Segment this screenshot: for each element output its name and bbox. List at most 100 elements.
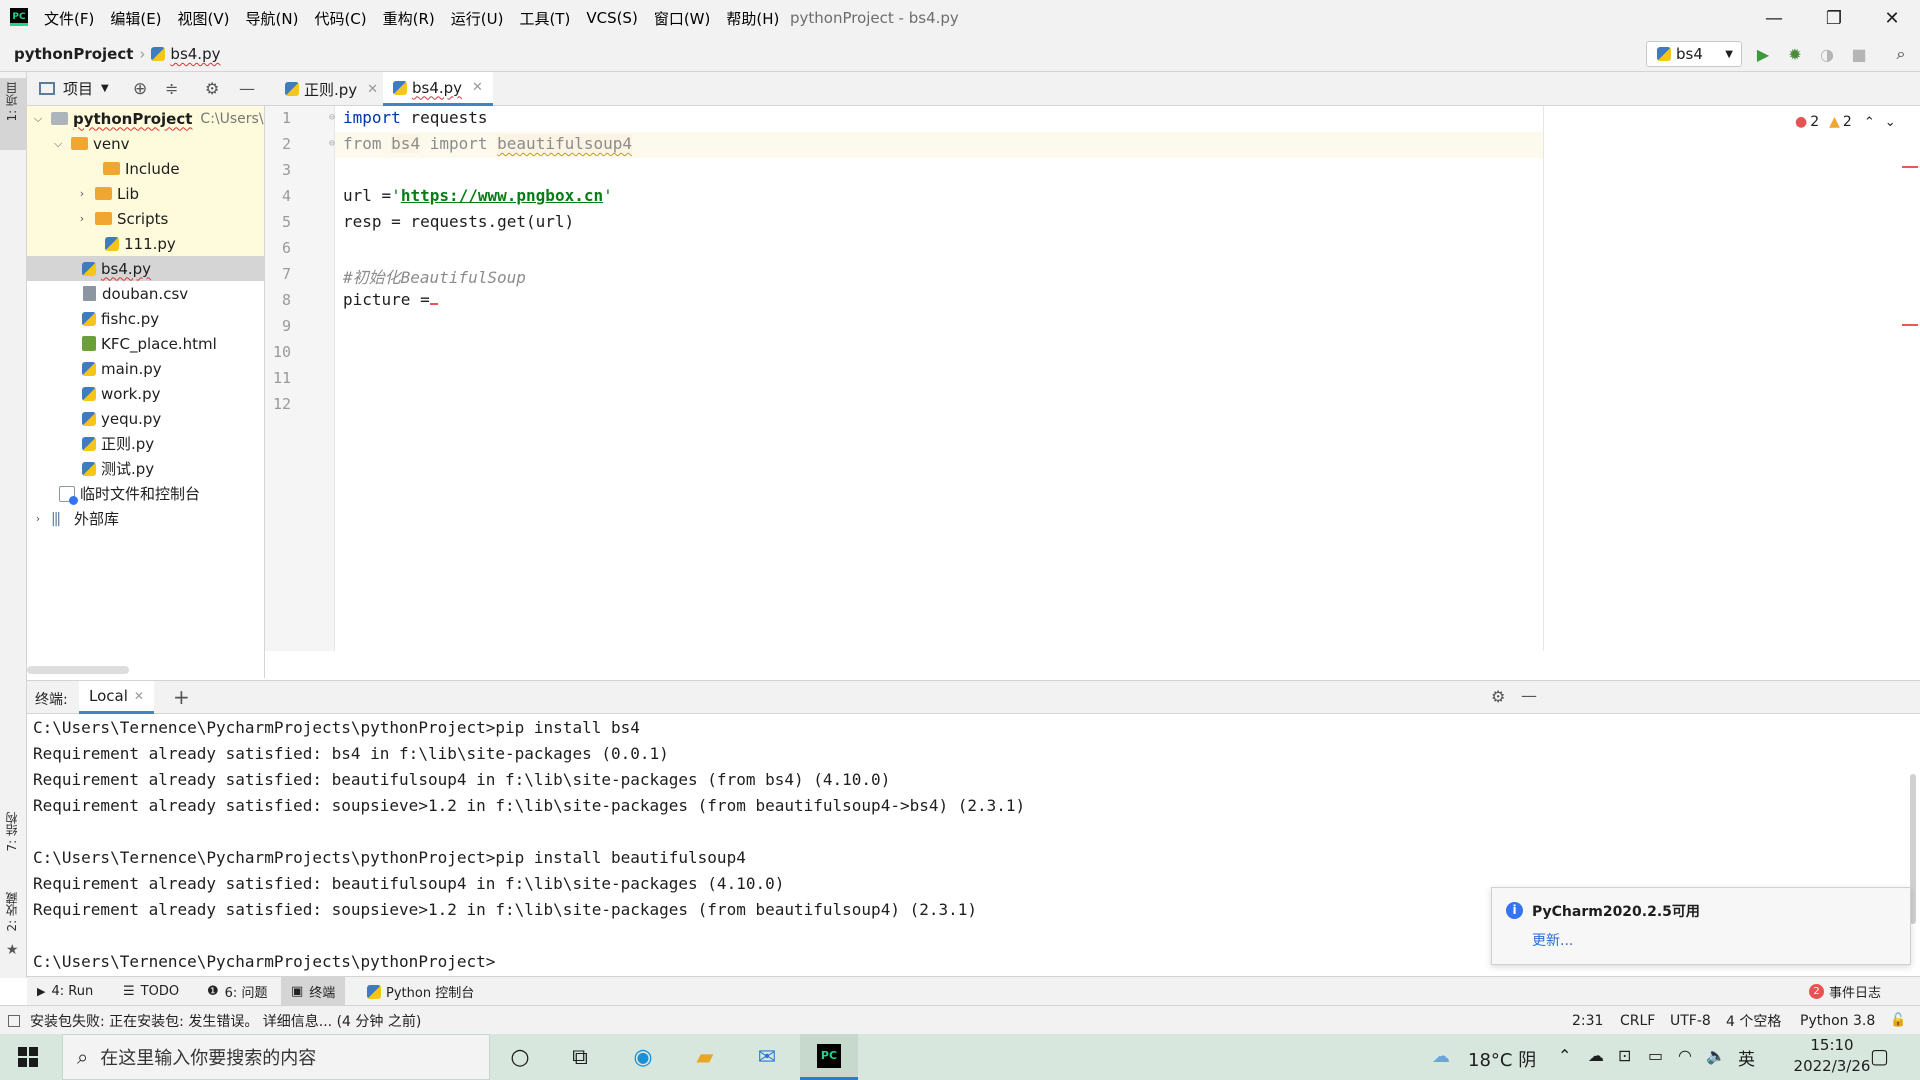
fold-icon[interactable]: ⊖ — [329, 112, 335, 123]
event-log-button[interactable]: 2 事件日志 — [1809, 977, 1881, 1006]
terminal-tool-button[interactable]: ▣ 终端 — [281, 977, 346, 1006]
caret-position[interactable]: 2:31 — [1572, 1006, 1603, 1035]
tree-item-pythonproject[interactable]: ⌵ pythonProject C:\Users\ — [27, 106, 264, 131]
terminal-tab-local[interactable]: Local ✕ — [79, 681, 154, 714]
tree-item-bs4-py[interactable]: bs4.py — [27, 256, 264, 281]
minimize-button[interactable]: — — [1746, 0, 1802, 36]
tree-item-scripts[interactable]: › Scripts — [27, 206, 264, 231]
notification-center-icon[interactable]: ▢ — [1870, 1044, 1889, 1068]
status-message[interactable]: 安装包失败: 正在安装包: 发生错误。 详细信息... (4 分钟 之前) — [8, 1006, 421, 1035]
stop-icon[interactable]: ■ — [1848, 43, 1870, 65]
project-view-title[interactable]: 项目 — [63, 78, 93, 99]
todo-tool-button[interactable]: ☰ TODO — [123, 977, 179, 1006]
tree-item-zhengze-py[interactable]: 正则.py — [27, 431, 264, 456]
gear-icon[interactable]: ⚙ — [1491, 687, 1505, 706]
menu-file[interactable]: 文件(F) — [44, 8, 94, 29]
close-tab-icon[interactable]: ✕ — [472, 80, 483, 95]
collapse-all-icon[interactable]: ≑ — [165, 79, 178, 98]
lock-icon[interactable]: 🔓 — [1890, 1006, 1906, 1035]
tree-item-lib[interactable]: › Lib — [27, 181, 264, 206]
windows-start-icon[interactable] — [18, 1047, 38, 1067]
tree-item-main-py[interactable]: main.py — [27, 356, 264, 381]
clock-time[interactable]: 15:10 — [1782, 1036, 1882, 1054]
chevron-down-icon[interactable]: ⌵ — [51, 137, 65, 151]
breadcrumb-project[interactable]: pythonProject — [14, 45, 133, 63]
tree-item-yequ-py[interactable]: yequ.py — [27, 406, 264, 431]
wifi-icon[interactable]: ◠ — [1678, 1046, 1692, 1065]
weather-text[interactable]: 18°C 阴 — [1468, 1046, 1536, 1072]
pycharm-taskbar-icon[interactable]: PC — [800, 1034, 858, 1080]
hide-panel-icon[interactable]: — — [1521, 686, 1537, 705]
fold-icon[interactable]: ⊖ — [329, 138, 335, 149]
battery-icon[interactable]: ▭ — [1648, 1046, 1663, 1065]
menu-window[interactable]: 窗口(W) — [654, 8, 711, 29]
chevron-right-icon[interactable]: › — [31, 512, 45, 525]
line-separator[interactable]: CRLF — [1620, 1006, 1655, 1035]
onedrive-icon[interactable]: ☁ — [1588, 1046, 1604, 1065]
menu-navigate[interactable]: 导航(N) — [246, 8, 299, 29]
menu-view[interactable]: 视图(V) — [178, 8, 230, 29]
cortana-icon[interactable]: ○ — [491, 1034, 549, 1080]
chevron-right-icon[interactable]: › — [75, 212, 89, 225]
restore-button[interactable]: ❐ — [1806, 0, 1862, 36]
chevron-down-icon[interactable]: ⌵ — [31, 112, 45, 126]
tree-item-111-py[interactable]: 111.py — [27, 231, 264, 256]
update-link[interactable]: 更新... — [1532, 930, 1573, 950]
menu-code[interactable]: 代码(C) — [314, 8, 366, 29]
tab-bs4-py[interactable]: bs4.py ✕ — [383, 72, 493, 106]
edge-icon[interactable]: ◉ — [614, 1034, 672, 1080]
string-url[interactable]: https://www.pngbox.cn — [401, 186, 603, 205]
tree-item-douban-csv[interactable]: douban.csv — [27, 281, 264, 306]
interpreter-setting[interactable]: Python 3.8 — [1800, 1006, 1875, 1035]
weather-icon[interactable]: ☁ — [1432, 1046, 1450, 1067]
inspection-widget[interactable]: ● 2 ▲ 2 ⌃ ⌄ — [1795, 112, 1896, 132]
tree-item-fishc-py[interactable]: fishc.py — [27, 306, 264, 331]
file-explorer-icon[interactable]: ▰ — [676, 1034, 734, 1080]
close-tab-icon[interactable]: ✕ — [367, 82, 378, 97]
hide-panel-icon[interactable]: — — [239, 79, 255, 98]
run-configuration-select[interactable]: bs4 ▼ — [1646, 41, 1742, 67]
new-terminal-icon[interactable]: + — [173, 685, 190, 709]
tree-item-kfc-place-html[interactable]: KFC_place.html — [27, 331, 264, 356]
menu-refactor[interactable]: 重构(R) — [383, 8, 435, 29]
error-stripe-marker[interactable] — [1902, 166, 1918, 168]
menu-tools[interactable]: 工具(T) — [519, 8, 570, 29]
problems-tool-button[interactable]: ❶ 6: 问题 — [207, 977, 267, 1006]
run-tool-button[interactable]: ▶ 4: Run — [37, 977, 93, 1006]
chevron-right-icon[interactable]: › — [75, 187, 89, 200]
volume-icon[interactable]: 🔈 — [1706, 1046, 1726, 1065]
file-encoding[interactable]: UTF-8 — [1670, 1006, 1711, 1035]
favorites-tool-label[interactable]: 2: 收藏 — [3, 892, 20, 932]
run-with-coverage-icon[interactable]: ◑ — [1816, 43, 1838, 65]
locate-file-icon[interactable]: ⊕ — [133, 79, 147, 99]
next-highlight-icon[interactable]: ⌄ — [1885, 115, 1896, 130]
gear-icon[interactable]: ⚙ — [205, 79, 219, 98]
chevron-down-icon[interactable]: ▼ — [101, 83, 109, 94]
close-button[interactable]: ✕ — [1864, 0, 1920, 36]
project-horizontal-scrollbar[interactable] — [27, 666, 129, 674]
debug-icon[interactable]: ✹ — [1784, 43, 1806, 65]
tree-item-scratches[interactable]: 临时文件和控制台 — [27, 481, 264, 506]
clock-date[interactable]: 2022/3/26 — [1782, 1057, 1882, 1075]
code-editor[interactable]: import requests from bs4 import beautifu… — [343, 106, 1543, 651]
ime-indicator[interactable]: 英 — [1738, 1045, 1755, 1070]
previous-highlight-icon[interactable]: ⌃ — [1864, 115, 1875, 130]
tree-item-work-py[interactable]: work.py — [27, 381, 264, 406]
python-console-tool-button[interactable]: Python 控制台 — [367, 977, 474, 1006]
run-icon[interactable]: ▶ — [1752, 43, 1774, 65]
indent-setting[interactable]: 4 个空格 — [1726, 1006, 1781, 1035]
menu-help[interactable]: 帮助(H) — [726, 8, 779, 29]
security-icon[interactable]: ⊡ — [1618, 1046, 1631, 1065]
tab-zhengze-py[interactable]: 正则.py ✕ — [275, 72, 388, 106]
breadcrumb-file[interactable]: bs4.py — [170, 45, 220, 63]
close-tab-icon[interactable]: ✕ — [134, 689, 144, 703]
project-tool-button[interactable]: 1: 项目 — [0, 78, 26, 150]
menu-run[interactable]: 运行(U) — [451, 8, 504, 29]
tree-item-venv[interactable]: ⌵ venv — [27, 131, 264, 156]
tree-item-include[interactable]: Include — [27, 156, 264, 181]
structure-tool-label[interactable]: 7: 结构 — [3, 812, 20, 852]
menu-edit[interactable]: 编辑(E) — [110, 8, 161, 29]
task-view-icon[interactable]: ⧉ — [551, 1034, 609, 1080]
show-hidden-icons-icon[interactable]: ⌃ — [1558, 1046, 1571, 1065]
search-icon[interactable]: ⌕ — [1890, 43, 1912, 65]
